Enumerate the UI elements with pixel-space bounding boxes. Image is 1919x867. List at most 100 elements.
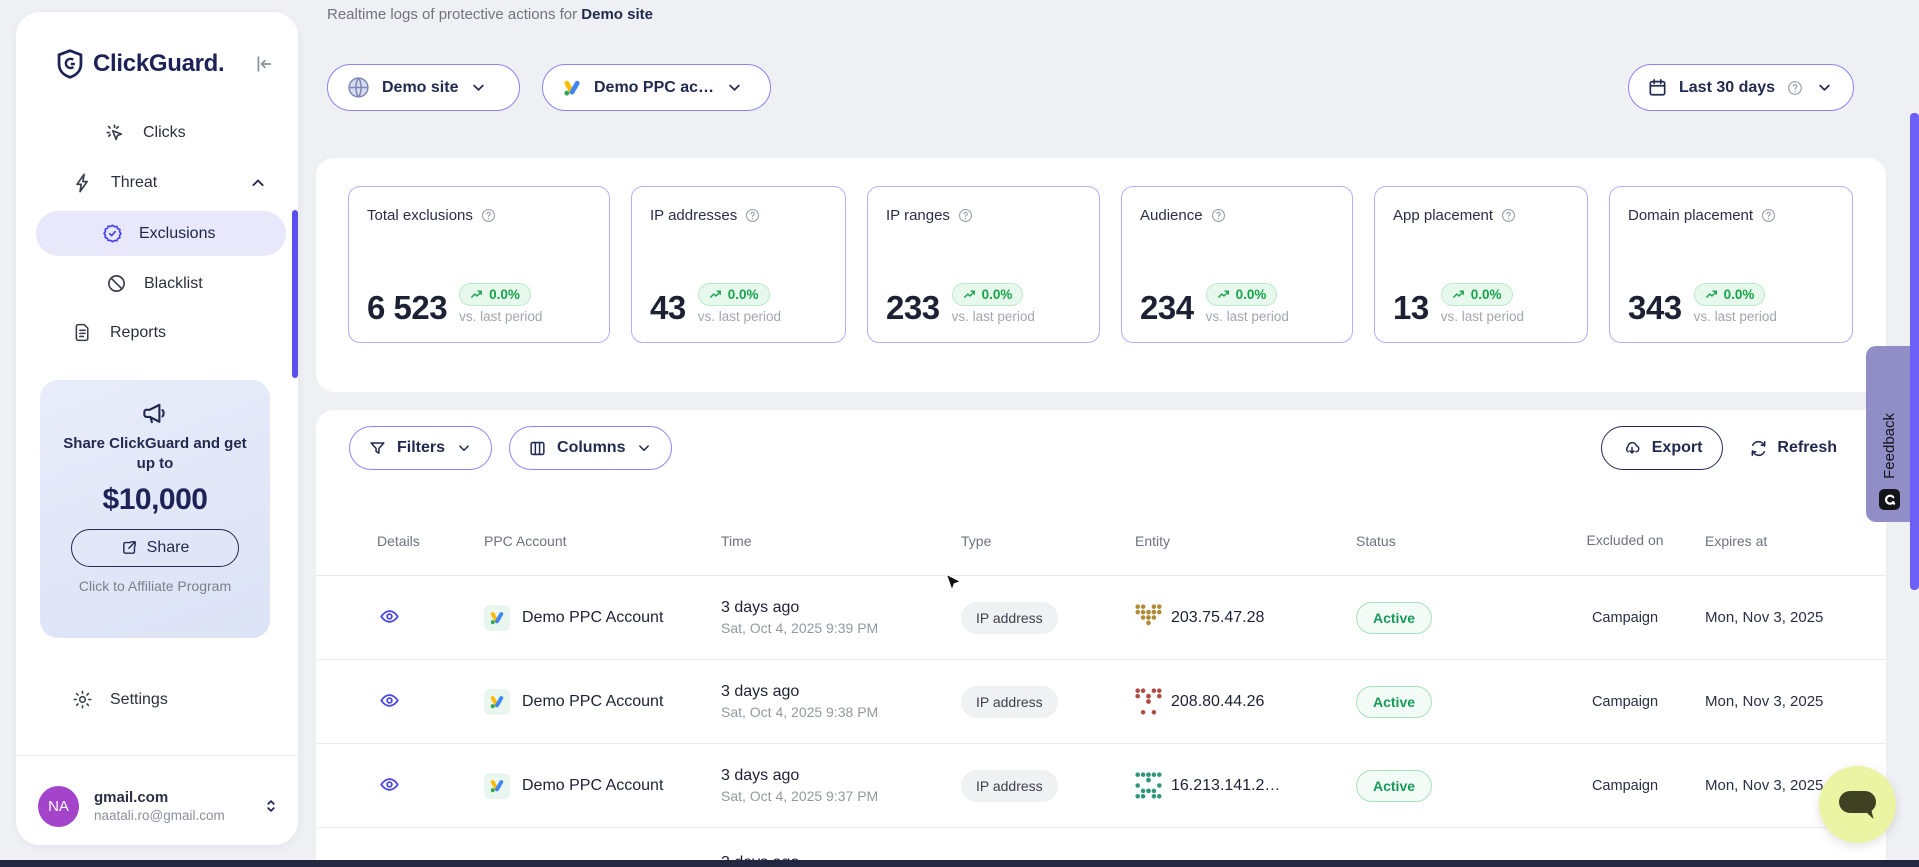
help-icon[interactable] [480,207,497,224]
megaphone-icon [140,398,170,428]
sidebar-item-clicks[interactable]: Clicks [104,122,186,144]
sidebar-collapse-icon[interactable] [252,53,274,75]
stat-caption: vs. last period [1441,309,1524,324]
view-details-button[interactable] [377,688,402,713]
clickguard-logo-icon [56,49,84,79]
type-badge: IP address [961,602,1058,634]
excluded-on-cell: Campaign [1545,778,1705,794]
excluded-on-cell: Campaign [1545,694,1705,710]
sidebar: ClickGuard. Clicks Threat [16,12,298,845]
ppc-account-selector-value: Demo PPC ac… [594,79,714,97]
feedback-tab[interactable]: Feedback [1866,346,1912,522]
vertical-scrollbar[interactable] [1910,113,1919,590]
sidebar-item-blacklist[interactable]: Blacklist [106,273,203,294]
stat-caption: vs. last period [698,309,781,324]
chevron-down-icon [455,439,473,457]
status-badge: Active [1356,686,1432,718]
table-row: Demo PPC Account 3 days ago Sat, Oct 4, … [316,576,1886,660]
stat-card-audience: Audience 234 0.0% vs. last period [1121,186,1353,343]
help-icon[interactable] [1210,207,1227,224]
chevron-down-icon [469,78,488,97]
type-badge: IP address [961,770,1058,802]
google-ads-icon [484,773,510,799]
date-range-value: Last 30 days [1679,79,1775,97]
column-header-ppc-account: PPC Account [484,533,721,549]
exclusions-table-panel: Filters Columns Export [316,410,1886,867]
promo-text: Share ClickGuard and get up to [40,434,270,475]
trend-up-icon [963,288,977,302]
divider [16,755,298,756]
sidebar-item-exclusions[interactable]: Exclusions [36,211,286,256]
chat-bubble-icon [1837,788,1879,822]
stat-caption: vs. last period [459,309,542,324]
table-row: Demo PPC Account 3 days ago Sat, Oct 4, … [316,660,1886,744]
chat-launcher-button[interactable] [1819,766,1896,843]
stat-card-ip-ranges: IP ranges 233 0.0% vs. last period [867,186,1100,343]
sidebar-item-reports[interactable]: Reports [72,322,166,343]
sidebar-item-label: Reports [110,324,166,342]
affiliate-promo-card[interactable]: Share ClickGuard and get up to $10,000 S… [40,380,270,638]
delta-badge: 0.0% [952,283,1024,306]
entity-cell: 208.80.44.26 [1135,688,1356,715]
help-icon[interactable] [957,207,974,224]
delta-badge: 0.0% [698,283,770,306]
user-menu[interactable]: NA gmail.com naatali.ro@gmail.com [38,777,280,835]
columns-button[interactable]: Columns [509,426,672,470]
trend-up-icon [1452,288,1466,302]
affiliate-link[interactable]: Click to Affiliate Program [40,578,270,594]
ppc-account-cell: Demo PPC Account [484,605,721,631]
stat-card-app-placement: App placement 13 0.0% vs. last period [1374,186,1588,343]
chevron-up-icon[interactable] [248,173,268,193]
trend-up-icon [1217,288,1231,302]
stat-caption: vs. last period [1694,309,1777,324]
export-button[interactable]: Export [1601,426,1724,470]
sidebar-item-label: Exclusions [139,225,215,243]
trend-up-icon [470,288,484,302]
logo-row: ClickGuard. [56,46,274,82]
sidebar-item-settings[interactable]: Settings [72,689,168,710]
export-button-label: Export [1652,439,1703,457]
ppc-account-cell: Demo PPC Account [484,689,721,715]
share-button-label: Share [147,539,190,557]
chevron-down-icon [725,78,744,97]
sidebar-item-threat[interactable]: Threat [72,172,268,194]
time-cell: 3 days ago Sat, Oct 4, 2025 9:39 PM [721,599,961,636]
date-range-selector[interactable]: Last 30 days [1628,64,1854,111]
stats-panel: Total exclusions 6 523 0.0% vs. last per… [316,158,1886,392]
user-email: naatali.ro@gmail.com [94,808,225,823]
help-icon[interactable] [1500,207,1517,224]
google-ads-icon [484,689,510,715]
column-header-excluded-on: Excluded on [1579,531,1671,550]
type-badge: IP address [961,686,1058,718]
view-details-button[interactable] [377,604,402,629]
subnav-scroll-indicator[interactable] [292,210,298,378]
chevron-down-icon [1815,78,1834,97]
help-icon[interactable] [744,207,761,224]
time-cell: 3 days ago Sat, Oct 4, 2025 9:37 PM [721,767,961,804]
table-toolbar: Filters Columns Export [316,410,1886,470]
help-icon[interactable] [1760,207,1777,224]
site-selector-value: Demo site [382,79,458,97]
delta-badge: 0.0% [1694,283,1766,306]
entity-cell: 16.213.141.2… [1135,772,1356,799]
stat-card-domain-placement: Domain placement 343 0.0% vs. last perio… [1609,186,1853,343]
page-subtitle: Realtime logs of protective actions for … [327,6,653,23]
badge-check-icon [102,223,123,244]
view-details-button[interactable] [377,772,402,797]
expires-at-cell: Mon, Nov 3, 2025 [1705,693,1886,710]
window-bottom-edge [0,860,1919,867]
stat-label: IP ranges [886,207,950,224]
share-button[interactable]: Share [71,529,239,567]
stat-value: 343 [1628,291,1682,324]
stat-caption: vs. last period [952,309,1035,324]
table-header-row: Details PPC Account Time Type Entity Sta… [316,506,1886,576]
refresh-button[interactable]: Refresh [1749,439,1837,458]
chevron-down-icon [635,439,653,457]
columns-button-label: Columns [557,439,625,457]
ppc-account-selector[interactable]: Demo PPC ac… [542,64,771,111]
funnel-icon [368,439,387,458]
cursor-click-icon [104,122,126,144]
site-selector[interactable]: Demo site [327,64,520,111]
sidebar-item-label: Blacklist [144,275,203,293]
filters-button[interactable]: Filters [349,426,492,470]
